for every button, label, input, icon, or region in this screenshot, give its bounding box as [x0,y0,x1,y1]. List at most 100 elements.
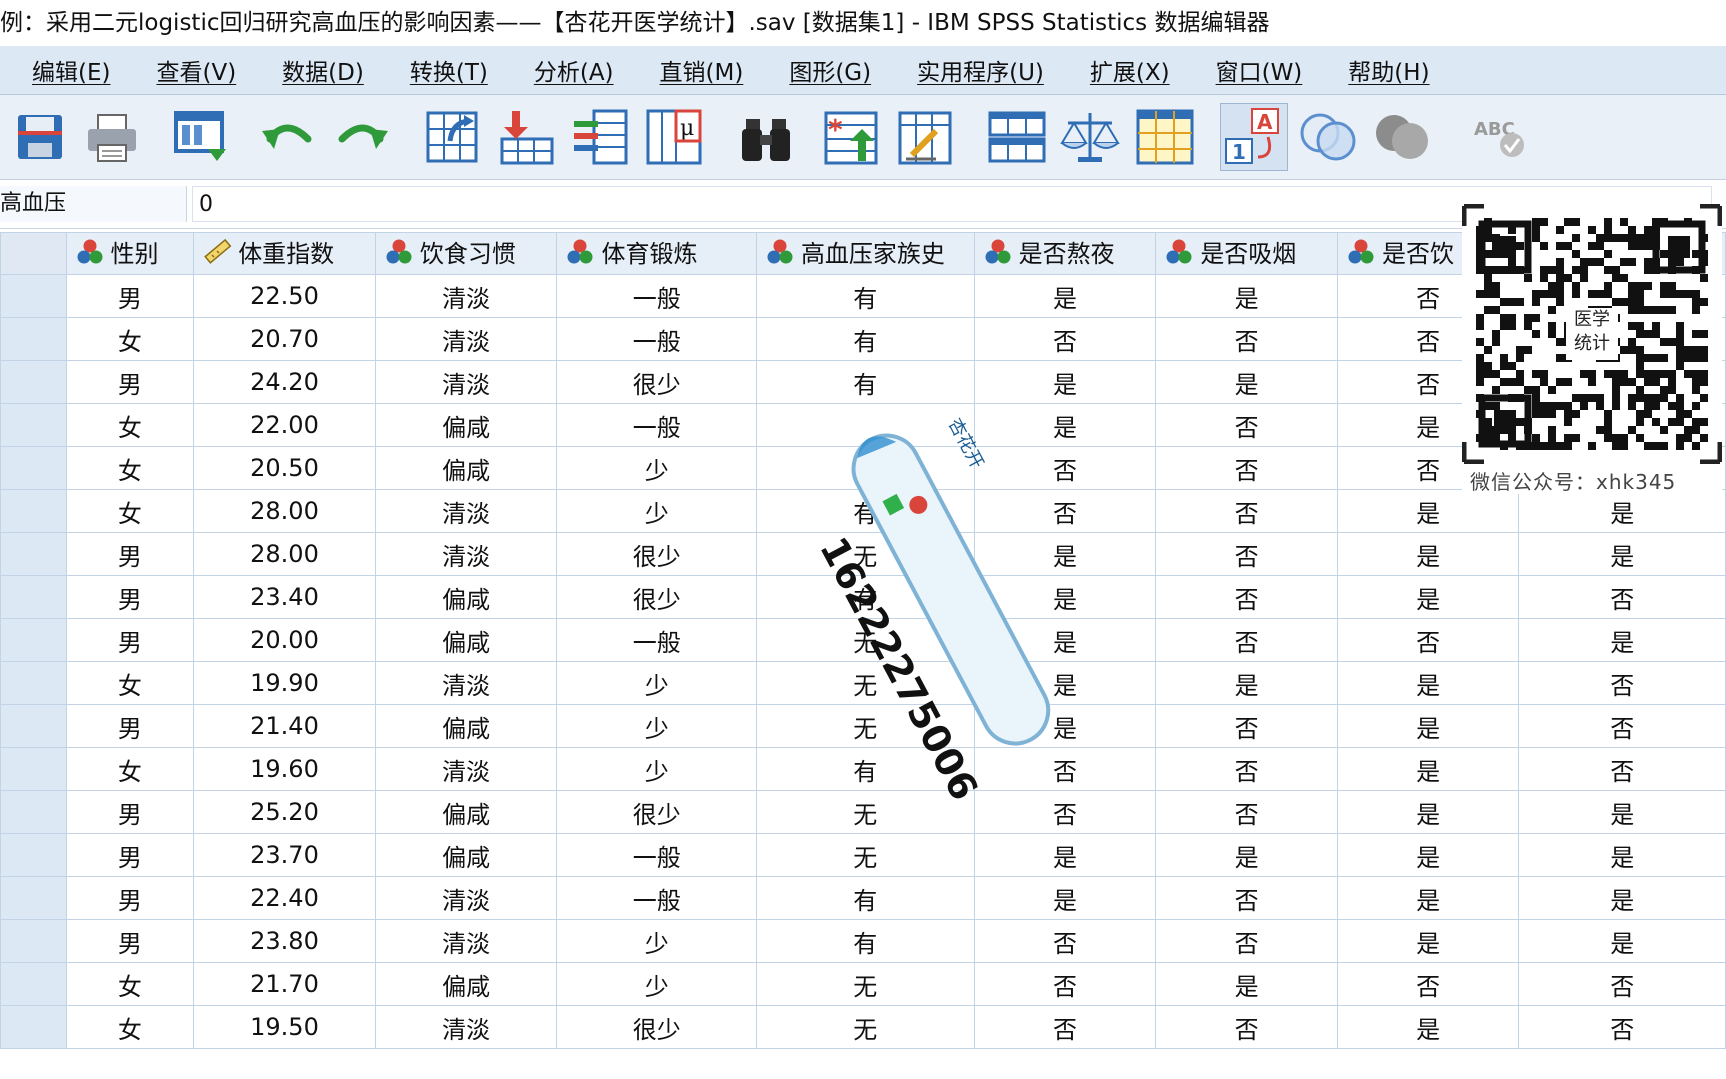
data-cell[interactable]: 少 [556,704,757,748]
data-cell[interactable]: 是 [1336,833,1520,877]
data-cell[interactable]: 否 [1518,1005,1726,1049]
data-cell[interactable]: 19.50 [193,1005,376,1049]
menu-data[interactable]: 数据(D) [266,53,380,87]
data-cell[interactable]: 否 [1518,747,1726,791]
data-cell[interactable]: 男 [65,360,195,404]
row-header[interactable] [0,704,67,748]
row-header[interactable] [0,747,67,791]
menu-help[interactable]: 帮助(H) [1332,53,1445,87]
recall-dialog-button[interactable] [166,103,234,171]
data-cell[interactable]: 一般 [556,618,757,662]
insert-cases-button[interactable]: * [816,103,884,171]
insert-variable-button[interactable] [890,103,958,171]
data-cell[interactable]: 女 [65,661,195,705]
corner-cell[interactable] [0,232,67,275]
menu-direct-marketing[interactable]: 直销(M) [644,53,760,87]
data-cell[interactable]: 21.40 [193,704,376,748]
data-cell[interactable]: 是 [1336,790,1520,834]
data-cell[interactable]: 清淡 [374,919,558,963]
data-cell[interactable]: 23.70 [193,833,376,877]
data-cell[interactable]: 无 [755,962,975,1006]
row-header[interactable] [0,661,67,705]
data-cell[interactable]: 清淡 [374,747,558,791]
data-cell[interactable]: 21.70 [193,962,376,1006]
data-cell[interactable]: 否 [973,1005,1157,1049]
data-cell[interactable]: 女 [65,489,195,533]
row-header[interactable] [0,360,67,404]
menu-view[interactable]: 查看(V) [140,53,252,87]
print-button[interactable] [78,103,146,171]
use-sets-button[interactable] [1294,103,1362,171]
go-to-variable-button[interactable] [492,103,560,171]
data-cell[interactable]: 男 [65,833,195,877]
data-cell[interactable]: 男 [65,274,195,318]
data-cell[interactable]: 是 [1518,876,1726,920]
data-cell[interactable]: 否 [1518,575,1726,619]
data-cell[interactable]: 是 [1336,575,1520,619]
data-cell[interactable]: 22.00 [193,403,376,447]
data-cell[interactable]: 清淡 [374,489,558,533]
variables-button[interactable] [566,103,634,171]
row-header[interactable] [0,403,67,447]
data-cell[interactable]: 有 [755,274,975,318]
data-cell[interactable]: 否 [1155,790,1338,834]
data-cell[interactable]: 很少 [556,360,757,404]
column-header[interactable]: 饮食习惯 [374,232,558,275]
column-header[interactable]: 体育锻炼 [556,232,757,275]
data-cell[interactable]: 是 [1336,532,1520,576]
data-cell[interactable]: 19.90 [193,661,376,705]
data-cell[interactable]: 女 [65,962,195,1006]
row-header[interactable] [0,833,67,877]
data-cell[interactable]: 女 [65,317,195,361]
data-cell[interactable]: 一般 [556,317,757,361]
data-cell[interactable]: 女 [65,446,195,490]
data-cell[interactable]: 是 [1518,790,1726,834]
data-cell[interactable]: 有 [755,876,975,920]
data-cell[interactable]: 很少 [556,575,757,619]
data-cell[interactable]: 是 [1155,962,1338,1006]
row-header[interactable] [0,489,67,533]
data-cell[interactable]: 少 [556,446,757,490]
data-cell[interactable]: 是 [1336,661,1520,705]
data-cell[interactable]: 少 [556,747,757,791]
data-cell[interactable]: 少 [556,919,757,963]
data-cell[interactable]: 否 [1155,876,1338,920]
data-cell[interactable]: 男 [65,704,195,748]
data-cell[interactable]: 是 [973,274,1157,318]
data-cell[interactable]: 是 [973,833,1157,877]
data-cell[interactable]: 清淡 [374,532,558,576]
data-cell[interactable]: 偏咸 [374,575,558,619]
data-cell[interactable]: 否 [973,317,1157,361]
row-header[interactable] [0,317,67,361]
data-cell[interactable]: 清淡 [374,661,558,705]
data-cell[interactable]: 一般 [556,403,757,447]
data-cell[interactable]: 是 [1518,489,1726,533]
data-cell[interactable]: 很少 [556,790,757,834]
data-cell[interactable]: 否 [1518,661,1726,705]
data-cell[interactable]: 25.20 [193,790,376,834]
select-cases-button[interactable] [1130,103,1198,171]
data-cell[interactable]: 男 [65,919,195,963]
data-cell[interactable]: 是 [1336,747,1520,791]
column-header[interactable]: 体重指数 [193,232,376,275]
data-cell[interactable]: 否 [1155,403,1338,447]
data-cell[interactable]: 男 [65,532,195,576]
row-header[interactable] [0,790,67,834]
undo-button[interactable] [254,103,322,171]
data-cell[interactable]: 是 [1518,919,1726,963]
data-cell[interactable]: 偏咸 [374,446,558,490]
data-cell[interactable]: 否 [1155,489,1338,533]
data-cell[interactable]: 否 [1155,1005,1338,1049]
data-cell[interactable]: 女 [65,1005,195,1049]
data-cell[interactable]: 23.80 [193,919,376,963]
data-cell[interactable]: 一般 [556,876,757,920]
data-cell[interactable]: 少 [556,489,757,533]
data-cell[interactable]: 是 [1518,532,1726,576]
data-cell[interactable]: 否 [1155,747,1338,791]
menu-edit[interactable]: 编辑(E) [16,53,126,87]
data-cell[interactable]: 否 [1155,704,1338,748]
data-cell[interactable]: 偏咸 [374,962,558,1006]
data-cell[interactable]: 有 [755,360,975,404]
data-cell[interactable]: 清淡 [374,317,558,361]
data-cell[interactable]: 20.50 [193,446,376,490]
